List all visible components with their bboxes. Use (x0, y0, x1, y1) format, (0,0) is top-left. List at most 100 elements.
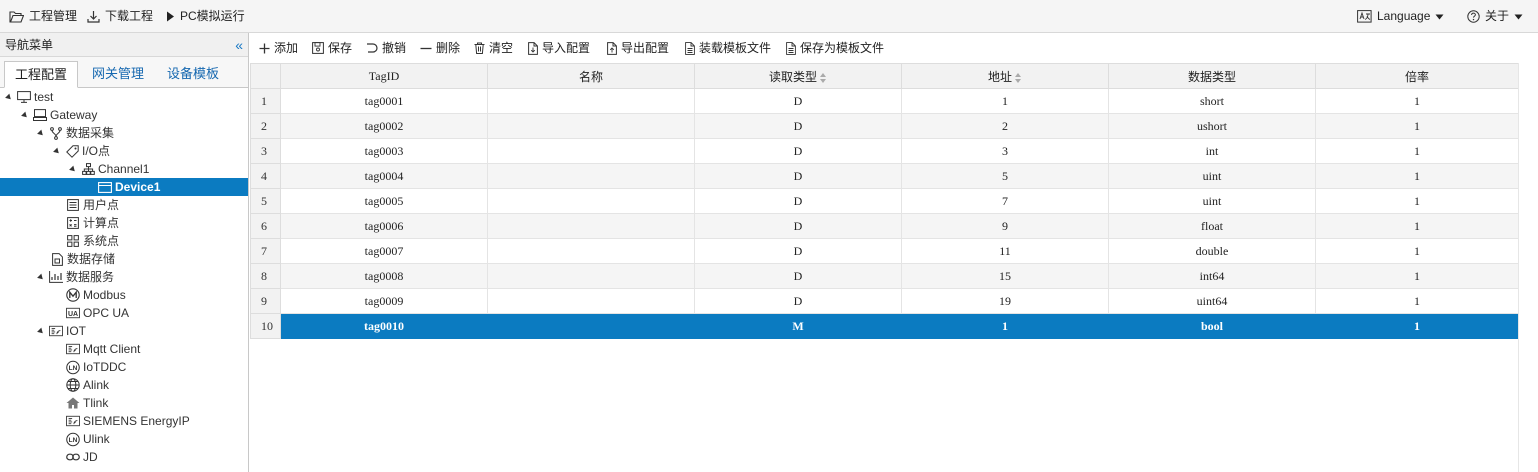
cell-read-type[interactable]: D (694, 238, 902, 264)
table-row[interactable]: 4 tag0004 D 5 uint 1 (250, 163, 1519, 189)
table-row[interactable]: 2 tag0002 D 2 ushort 1 (250, 113, 1519, 139)
download-project-menu[interactable]: 下载工程 (87, 0, 153, 33)
vertical-scrollbar[interactable] (1518, 63, 1538, 472)
export-config-button[interactable]: 导出配置 (607, 33, 669, 63)
cell-name[interactable] (487, 138, 695, 164)
col-header-rate[interactable]: 倍率 (1315, 63, 1519, 89)
cell-read-type[interactable]: M (694, 313, 902, 339)
language-menu[interactable]: Language (1357, 0, 1444, 33)
cell-read-type[interactable]: D (694, 88, 902, 114)
cell-tagid[interactable]: tag0004 (280, 163, 488, 189)
table-row[interactable]: 8 tag0008 D 15 int64 1 (250, 263, 1519, 289)
tree-item[interactable]: Device1 (0, 178, 248, 196)
table-row[interactable]: 6 tag0006 D 9 float 1 (250, 213, 1519, 239)
table-row[interactable]: 7 tag0007 D 11 double 1 (250, 238, 1519, 264)
tree-item[interactable]: Channel1 (0, 160, 248, 178)
cell-address[interactable]: 1 (901, 88, 1109, 114)
tree-item[interactable]: 系统点 (0, 232, 248, 250)
cell-address[interactable]: 1 (901, 313, 1109, 339)
tree-item[interactable]: Gateway (0, 106, 248, 124)
table-row[interactable]: 3 tag0003 D 3 int 1 (250, 138, 1519, 164)
cell-address[interactable]: 9 (901, 213, 1109, 239)
table-row[interactable]: 9 tag0009 D 19 uint64 1 (250, 288, 1519, 314)
cell-tagid[interactable]: tag0008 (280, 263, 488, 289)
cell-name[interactable] (487, 113, 695, 139)
tree-item[interactable]: Modbus (0, 286, 248, 304)
col-header-name[interactable]: 名称 (487, 63, 695, 89)
tree-item[interactable]: LN Ulink (0, 430, 248, 448)
tree-item[interactable]: I/O点 (0, 142, 248, 160)
cell-name[interactable] (487, 188, 695, 214)
expand-triangle-icon[interactable] (53, 147, 61, 155)
cell-read-type[interactable]: D (694, 113, 902, 139)
col-header-data-type[interactable]: 数据类型 (1108, 63, 1316, 89)
expand-triangle-icon[interactable] (37, 129, 45, 137)
tree-item[interactable]: Mqtt Client (0, 340, 248, 358)
tree-item[interactable]: Tlink (0, 394, 248, 412)
cell-rate[interactable]: 1 (1315, 188, 1519, 214)
cell-name[interactable] (487, 163, 695, 189)
cell-rate[interactable]: 1 (1315, 88, 1519, 114)
cell-data-type[interactable]: uint (1108, 188, 1316, 214)
cell-name[interactable] (487, 88, 695, 114)
tree-item[interactable]: 数据服务 (0, 268, 248, 286)
cell-data-type[interactable]: float (1108, 213, 1316, 239)
expand-triangle-icon[interactable] (37, 273, 45, 281)
tree-item[interactable]: 计算点 (0, 214, 248, 232)
undo-button[interactable]: 撤销 (366, 33, 406, 63)
tree-item[interactable]: 数据存储 (0, 250, 248, 268)
expand-triangle-icon[interactable] (37, 327, 45, 335)
col-header-tagid[interactable]: TagID (280, 63, 488, 89)
table-row[interactable]: 1 tag0001 D 1 short 1 (250, 88, 1519, 114)
cell-data-type[interactable]: short (1108, 88, 1316, 114)
tree-item[interactable]: 用户点 (0, 196, 248, 214)
pc-sim-menu[interactable]: PC模拟运行 (166, 0, 245, 33)
cell-tagid[interactable]: tag0002 (280, 113, 488, 139)
cell-read-type[interactable]: D (694, 288, 902, 314)
tree-item[interactable]: UA OPC UA (0, 304, 248, 322)
col-header-address[interactable]: 地址 (901, 63, 1109, 89)
cell-name[interactable] (487, 238, 695, 264)
cell-data-type[interactable]: bool (1108, 313, 1316, 339)
cell-rate[interactable]: 1 (1315, 138, 1519, 164)
cell-data-type[interactable]: uint64 (1108, 288, 1316, 314)
cell-name[interactable] (487, 313, 695, 339)
cell-rate[interactable]: 1 (1315, 313, 1519, 339)
delete-button[interactable]: 删除 (420, 33, 460, 63)
cell-tagid[interactable]: tag0010 (280, 313, 488, 339)
cell-read-type[interactable]: D (694, 163, 902, 189)
cell-name[interactable] (487, 263, 695, 289)
sort-icon[interactable] (1015, 72, 1022, 83)
tree-item[interactable]: IOT (0, 322, 248, 340)
cell-rate[interactable]: 1 (1315, 113, 1519, 139)
cell-address[interactable]: 5 (901, 163, 1109, 189)
tree-item[interactable]: JD (0, 448, 248, 466)
cell-address[interactable]: 15 (901, 263, 1109, 289)
clear-button[interactable]: 清空 (474, 33, 513, 63)
cell-tagid[interactable]: tag0001 (280, 88, 488, 114)
cell-data-type[interactable]: ushort (1108, 113, 1316, 139)
cell-data-type[interactable]: double (1108, 238, 1316, 264)
cell-address[interactable]: 7 (901, 188, 1109, 214)
cell-rate[interactable]: 1 (1315, 213, 1519, 239)
cell-tagid[interactable]: tag0003 (280, 138, 488, 164)
cell-name[interactable] (487, 288, 695, 314)
cell-address[interactable]: 19 (901, 288, 1109, 314)
cell-tagid[interactable]: tag0007 (280, 238, 488, 264)
cell-name[interactable] (487, 213, 695, 239)
tree-item[interactable]: LN IoTDDC (0, 358, 248, 376)
cell-rate[interactable]: 1 (1315, 163, 1519, 189)
import-config-button[interactable]: 导入配置 (528, 33, 590, 63)
sort-icon[interactable] (820, 72, 827, 83)
load-template-button[interactable]: 装载模板文件 (685, 33, 771, 63)
tree-item[interactable]: 数据采集 (0, 124, 248, 142)
cell-read-type[interactable]: D (694, 213, 902, 239)
cell-data-type[interactable]: uint (1108, 163, 1316, 189)
cell-read-type[interactable]: D (694, 138, 902, 164)
tree-item[interactable]: Alink (0, 376, 248, 394)
expand-triangle-icon[interactable] (5, 93, 13, 101)
cell-address[interactable]: 3 (901, 138, 1109, 164)
expand-triangle-icon[interactable] (21, 111, 29, 119)
about-menu[interactable]: 关于 (1467, 0, 1523, 33)
cell-read-type[interactable]: D (694, 188, 902, 214)
